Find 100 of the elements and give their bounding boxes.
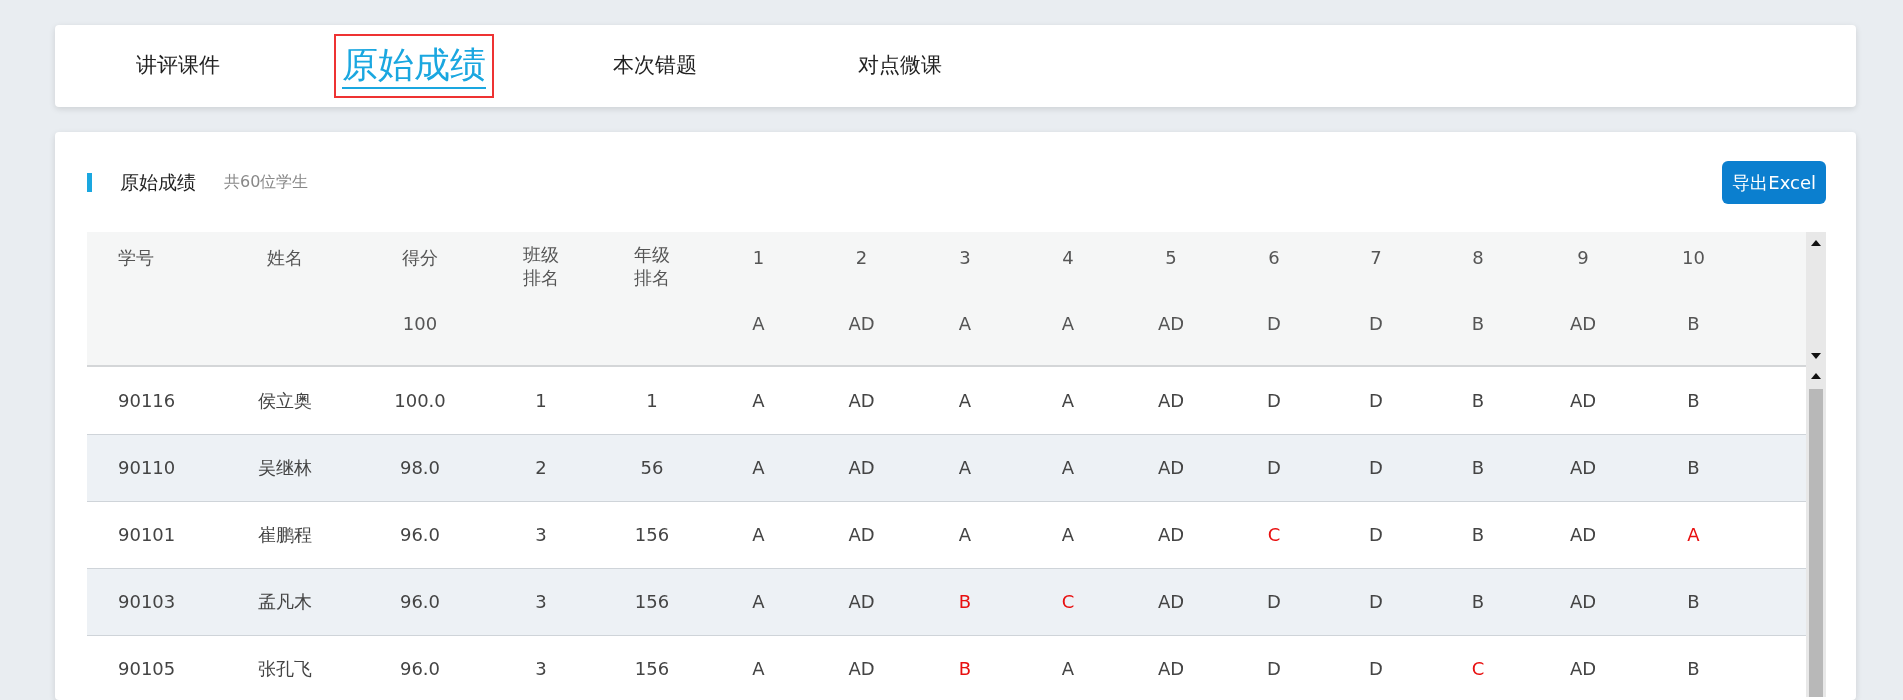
answer-key: B [1687, 313, 1700, 334]
answer-cell: AD [810, 434, 913, 501]
answer-cell: A [913, 367, 1017, 434]
table-cell: 98.0 [355, 434, 485, 501]
answer-cell: B [1637, 635, 1750, 697]
table-cell: 90105 [87, 635, 215, 697]
table-cell: 3 [485, 568, 597, 635]
answer-cell: D [1325, 568, 1427, 635]
answer-cell: A [913, 434, 1017, 501]
tab[interactable]: 对点微课 [777, 50, 1022, 82]
answer-cell: AD [1529, 635, 1637, 697]
answer-cell: B [1427, 568, 1529, 635]
answer-cell: B [913, 568, 1017, 635]
column-header: 9 [1577, 247, 1589, 270]
answer-cell: A [707, 501, 810, 568]
answer-cell: AD [810, 367, 913, 434]
answer-cell: B [1637, 434, 1750, 501]
answer-cell: AD [1119, 568, 1223, 635]
answer-cell: D [1223, 367, 1325, 434]
answer-cell: AD [1119, 367, 1223, 434]
table-cell: 2 [485, 434, 597, 501]
answer-cell: AD [1119, 635, 1223, 697]
table-cell: 90116 [87, 367, 215, 434]
answer-cell: D [1223, 434, 1325, 501]
answer-cell: B [1637, 568, 1750, 635]
column-header: 7 [1370, 247, 1382, 270]
answer-key: AD [1569, 313, 1597, 334]
table-cell: 3 [485, 501, 597, 568]
answer-cell: C [1223, 501, 1325, 568]
answer-cell: D [1223, 635, 1325, 697]
answer-key: A [958, 313, 972, 334]
table-cell: 3 [485, 635, 597, 697]
answer-cell: AD [1529, 501, 1637, 568]
student-count: 共60位学生 [224, 171, 309, 193]
answer-cell: AD [810, 568, 913, 635]
column-header: 5 [1165, 247, 1177, 270]
answer-cell: A [1017, 501, 1119, 568]
column-header: 年级排名 [633, 244, 671, 289]
answer-cell: AD [810, 501, 913, 568]
answer-key: B [1471, 313, 1485, 334]
table-cell: 56 [597, 434, 707, 501]
column-header: 2 [855, 247, 868, 270]
answer-key: D [1267, 313, 1281, 334]
column-header: 6 [1268, 247, 1280, 270]
column-header: 姓名 [267, 247, 303, 270]
answer-cell: AD [1529, 367, 1637, 434]
answer-cell: B [913, 635, 1017, 697]
section-title: 原始成绩 [120, 169, 196, 195]
answer-cell: B [1427, 434, 1529, 501]
answer-cell: A [913, 501, 1017, 568]
answer-cell: AD [1529, 568, 1637, 635]
answer-key: D [1369, 313, 1383, 334]
answer-cell: D [1325, 434, 1427, 501]
answer-key: A [1061, 313, 1075, 334]
column-header: 得分 [402, 247, 438, 270]
answer-key: 100 [402, 313, 438, 334]
answer-key: A [752, 313, 765, 334]
table-cell: 156 [597, 568, 707, 635]
answer-cell: A [1637, 501, 1750, 568]
answer-cell: AD [1119, 434, 1223, 501]
table-cell: 96.0 [355, 568, 485, 635]
column-header: 班级排名 [522, 244, 560, 289]
column-header: 1 [752, 247, 765, 270]
answer-cell: B [1427, 367, 1529, 434]
table-cell: 90103 [87, 568, 215, 635]
answer-cell: D [1223, 568, 1325, 635]
answer-cell: AD [810, 635, 913, 697]
table-cell: 1 [597, 367, 707, 434]
tab[interactable]: 本次错题 [532, 50, 777, 82]
answer-cell: A [1017, 367, 1119, 434]
answer-cell: AD [1119, 501, 1223, 568]
table-cell: 90101 [87, 501, 215, 568]
answer-key: AD [1157, 313, 1185, 334]
table-cell: 崔鹏程 [215, 501, 355, 568]
column-header: 10 [1682, 247, 1705, 270]
table-cell: 90110 [87, 434, 215, 501]
export-excel-button[interactable]: 导出Excel [1722, 160, 1826, 204]
column-header: 3 [959, 247, 971, 270]
table-cell: 1 [485, 367, 597, 434]
answer-cell: D [1325, 501, 1427, 568]
table-cell: 100.0 [355, 367, 485, 434]
answer-cell: A [707, 367, 810, 434]
answer-cell: A [707, 434, 810, 501]
answer-cell: C [1427, 635, 1529, 697]
table-cell: 156 [597, 635, 707, 697]
table-cell: 张孔飞 [215, 635, 355, 697]
table-cell: 吴继林 [215, 434, 355, 501]
column-header: 4 [1062, 247, 1074, 270]
answer-cell: C [1017, 568, 1119, 635]
table-cell: 侯立奥 [215, 367, 355, 434]
column-header: 8 [1472, 247, 1484, 270]
table-cell: 96.0 [355, 635, 485, 697]
tab[interactable]: 讲评课件 [55, 50, 300, 82]
table-cell: 孟凡木 [215, 568, 355, 635]
column-header: 学号 [118, 247, 154, 270]
answer-cell: D [1325, 635, 1427, 697]
answer-cell: A [707, 635, 810, 697]
answer-cell: A [1017, 635, 1119, 697]
answer-cell: B [1637, 367, 1750, 434]
table-cell: 96.0 [355, 501, 485, 568]
